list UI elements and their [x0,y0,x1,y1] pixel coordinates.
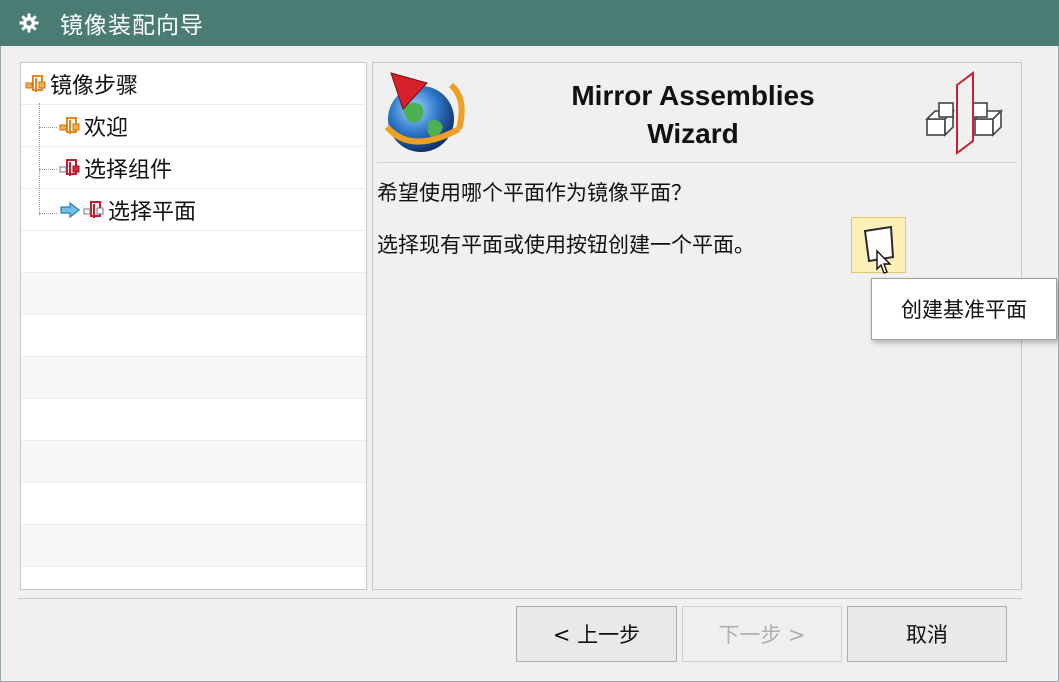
tree-root[interactable]: 镜像步骤 [21,63,366,105]
tree-connector [39,103,40,215]
empty-row [21,567,366,589]
wizard-title-line: Wizard [647,118,739,149]
tree-connector [39,169,57,170]
empty-row [21,399,366,441]
gear-icon[interactable] [18,12,40,34]
tree-item-welcome[interactable]: 欢迎 [21,105,366,147]
plane-instruction: 选择现有平面或使用按钮创建一个平面。 [377,233,755,257]
empty-row [21,441,366,483]
mirror-assembly-icon [925,71,1003,155]
wizard-title: Mirror Assemblies Wizard [533,77,853,153]
wizard-header: Mirror Assemblies Wizard [373,63,1021,161]
tree-item-select-components[interactable]: 选择组件 [21,147,366,189]
back-button[interactable]: < 上一步 [516,606,677,662]
empty-row [21,273,366,315]
step-plane-icon [83,200,104,218]
empty-row [21,525,366,567]
mouse-cursor-icon [876,249,892,274]
tree-item-label: 欢迎 [84,115,129,141]
tree-item-select-plane[interactable]: 选择平面 [21,189,366,231]
tree-item-label: 选择组件 [84,157,173,183]
window-title: 镜像装配向导 [60,13,204,39]
cancel-button[interactable]: 取消 [847,606,1007,662]
wizard-title-line: Mirror Assemblies [571,80,815,111]
step-welcome-icon [59,116,80,134]
footer-divider [18,598,1022,599]
empty-row [21,315,366,357]
empty-row [21,483,366,525]
tree-root-label: 镜像步骤 [50,73,139,99]
header-divider [377,162,1017,163]
create-datum-plane-tooltip: 创建基准平面 [871,278,1057,340]
step-components-icon [59,158,80,176]
current-step-arrow-icon [60,201,80,218]
tree-connector [39,213,57,214]
tree-connector [39,127,57,128]
empty-row [21,231,366,273]
title-bar: 镜像装配向导 [0,0,1059,46]
steps-tree: 镜像步骤 欢迎 选择组件 选择平面 [20,62,367,590]
assembly-mirror-icon [25,74,46,92]
empty-row [21,357,366,399]
plane-question: 希望使用哪个平面作为镜像平面？ [377,181,692,205]
tree-item-label: 选择平面 [108,199,197,225]
next-button[interactable]: 下一步 > [682,606,842,662]
wizard-globe-icon [384,72,465,152]
